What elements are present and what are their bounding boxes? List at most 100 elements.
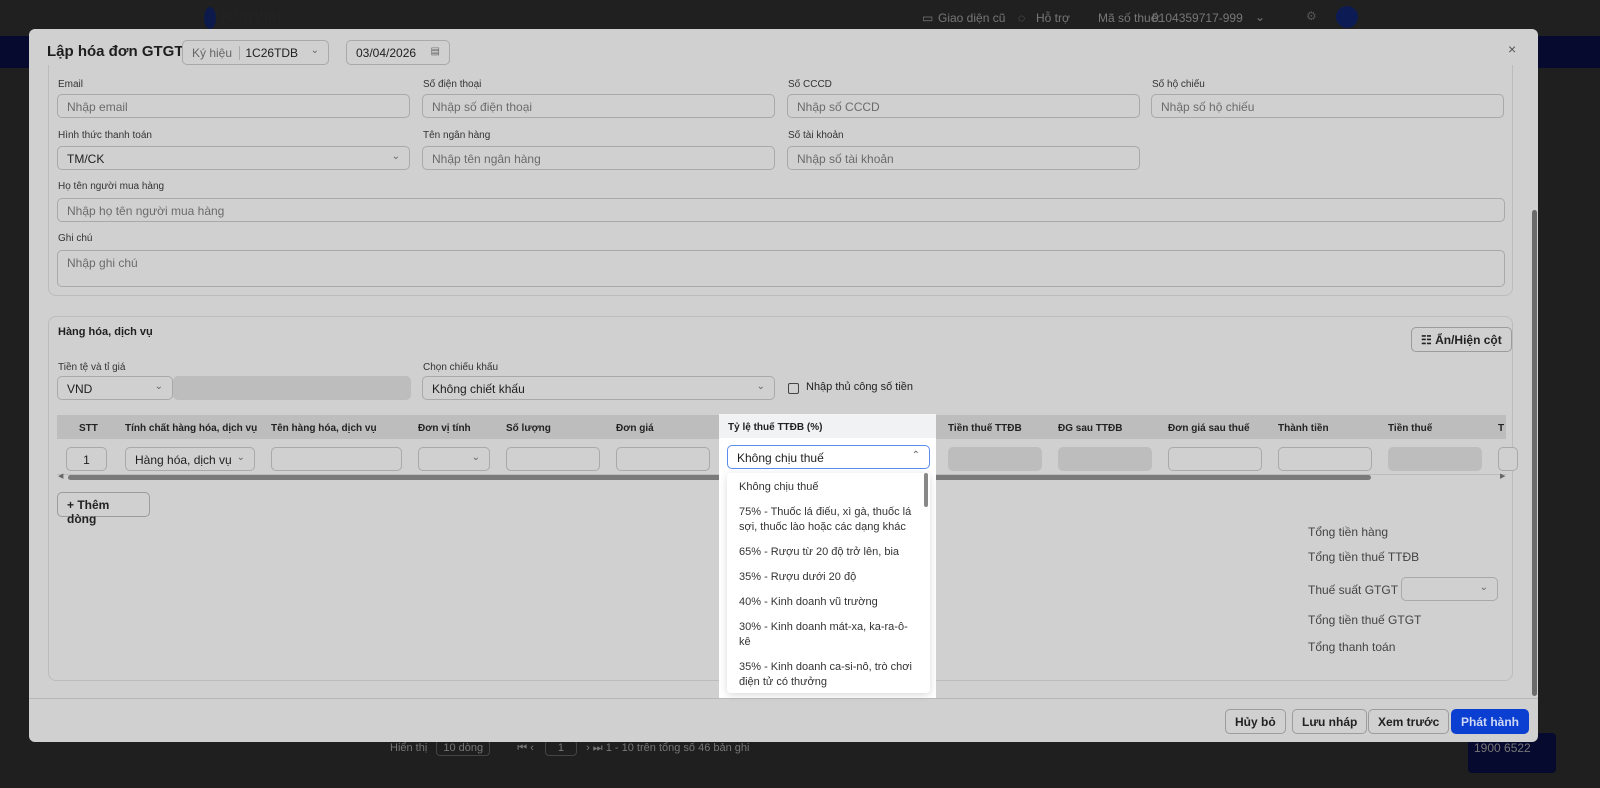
dropdown-scrollbar[interactable] xyxy=(924,473,928,507)
ttdb-rate-select[interactable]: Không chịu thuế ⌃ xyxy=(727,445,930,469)
page-input[interactable]: 1 xyxy=(544,740,577,756)
symbol-select[interactable]: Ký hiệu 1C26TDB ⌄ xyxy=(182,40,329,65)
currency-select[interactable]: VND ⌄ xyxy=(57,376,173,400)
dropdown-option[interactable]: 40% - Kinh doanh vũ trường xyxy=(727,590,930,615)
avatar[interactable] xyxy=(1336,6,1358,28)
phone-input[interactable]: Nhập số điện thoại xyxy=(422,94,775,118)
chevron-down-icon: ⌄ xyxy=(391,151,400,162)
currency-label: Tiền tệ và tỉ giá xyxy=(58,362,126,373)
tax-code-selector[interactable]: 0104359717-999 xyxy=(1152,11,1243,25)
row-unit-select[interactable]: ⌄ xyxy=(418,447,490,471)
issue-button[interactable]: Phát hành xyxy=(1451,709,1530,734)
plus-icon: + xyxy=(67,498,78,512)
toggle-columns-button[interactable]: ☷ Ẩn/Hiện cột xyxy=(1411,327,1512,352)
goods-title: Hàng hóa, dịch vụ xyxy=(58,326,153,338)
chevron-down-icon: ⌄ xyxy=(756,381,765,392)
row-price-after-ttdb xyxy=(1058,447,1152,471)
header-ttdb-amount: Tiền thuế TTĐB xyxy=(948,423,1022,434)
note-textarea[interactable]: Nhập ghi chú xyxy=(57,250,1505,287)
total-payment-label: Tổng thanh toán xyxy=(1308,640,1396,654)
header-amount: Thành tiền xyxy=(1278,423,1329,434)
kiotviet-logo-icon xyxy=(204,7,216,29)
cccd-label: Số CCCD xyxy=(788,79,832,90)
dropdown-option[interactable]: Không chịu thuế xyxy=(727,475,930,500)
manual-amount-checkbox[interactable] xyxy=(788,383,799,394)
header-price: Đơn giá xyxy=(616,423,654,434)
chevron-down-icon: ⌄ xyxy=(236,452,245,463)
chat-icon: ◌ xyxy=(1018,11,1026,25)
header-name: Tên hàng hóa, dịch vụ xyxy=(271,423,377,434)
chevron-down-icon: ⌄ xyxy=(310,45,319,56)
discount-select[interactable]: Không chiết khấu ⌄ xyxy=(422,376,775,400)
row-price-input[interactable] xyxy=(616,447,710,471)
scroll-right-icon[interactable]: ▶ xyxy=(1500,472,1505,480)
modal-title: Lập hóa đơn GTGT xyxy=(47,43,184,60)
chevron-up-icon: ⌃ xyxy=(911,450,920,461)
note-label: Ghi chú xyxy=(58,233,93,244)
total-vat-label: Tổng tiền thuế GTGT xyxy=(1308,613,1422,627)
header-type: Tính chất hàng hóa, dịch vụ xyxy=(125,423,258,434)
discount-label: Chọn chiếu khấu xyxy=(423,362,499,373)
header-qty: Số lượng xyxy=(506,423,551,434)
cancel-button[interactable]: Hủy bỏ xyxy=(1225,709,1286,734)
chevron-down-icon: ⌄ xyxy=(154,381,163,392)
dropdown-option[interactable]: 35% - Kinh doanh ca-si-nô, trò chơi điện… xyxy=(727,655,930,693)
first-page-icon[interactable]: ⏮ ‹ xyxy=(517,742,534,754)
modal-scrollbar[interactable] xyxy=(1532,210,1537,696)
exchange-rate-input[interactable] xyxy=(173,376,411,400)
vat-rate-label: Thuế suất GTGT xyxy=(1308,583,1399,597)
symbol-label: Ký hiệu xyxy=(192,46,233,60)
ttdb-rate-value: Không chịu thuế xyxy=(737,451,824,465)
vat-rate-select[interactable]: ⌄ xyxy=(1401,577,1498,601)
hotline-number: 1900 6522 xyxy=(1474,741,1531,755)
discount-value: Không chiết khấu xyxy=(432,382,525,396)
brand-name: KiotViet xyxy=(222,9,283,26)
support-link[interactable]: Hỗ trợ xyxy=(1036,11,1070,25)
bank-input[interactable]: Nhập tên ngân hàng xyxy=(422,146,775,170)
footer-divider xyxy=(29,698,1538,699)
dropdown-option[interactable]: 35% - Rượu dưới 20 độ xyxy=(727,565,930,590)
row-more-input[interactable] xyxy=(1498,447,1518,471)
dropdown-option[interactable]: 65% - Rượu từ 20 độ trở lên, bia xyxy=(727,540,930,565)
chevron-down-icon: ⌄ xyxy=(1479,582,1488,593)
preview-button[interactable]: Xem trước xyxy=(1368,709,1450,734)
total-ttdb-label: Tổng tiền thuế TTĐB xyxy=(1308,550,1420,564)
payment-value: TM/CK xyxy=(67,152,105,166)
header-more: T xyxy=(1498,423,1505,434)
header-unit: Đơn vị tính xyxy=(418,423,471,434)
save-draft-button[interactable]: Lưu nháp xyxy=(1292,709,1368,734)
symbol-value: 1C26TDB xyxy=(239,46,299,60)
row-name-input[interactable] xyxy=(271,447,402,471)
buyer-name-input[interactable]: Nhập họ tên người mua hàng xyxy=(57,198,1505,222)
total-goods-label: Tổng tiền hàng xyxy=(1308,525,1389,539)
row-amount-input[interactable] xyxy=(1278,447,1372,471)
account-input[interactable]: Nhập số tài khoản xyxy=(787,146,1140,170)
next-page-icon[interactable]: › ⏭ xyxy=(586,742,603,754)
dropdown-option[interactable]: 30% - Kinh doanh mát-xa, ka-ra-ô-kê xyxy=(727,615,930,655)
scroll-left-icon[interactable]: ◀ xyxy=(58,472,63,480)
row-type-value: Hàng hóa, dịch vụ xyxy=(135,453,232,467)
row-tax-amount xyxy=(1388,447,1482,471)
row-price-after-tax-input[interactable] xyxy=(1168,447,1262,471)
passport-input[interactable]: Nhập số hộ chiếu xyxy=(1151,94,1504,118)
gear-icon[interactable]: ⚙ xyxy=(1306,9,1317,23)
cccd-input[interactable]: Nhập số CCCD xyxy=(787,94,1140,118)
chevron-down-icon: ⌄ xyxy=(1255,10,1266,24)
page-size-select[interactable]: 10 dòng xyxy=(436,740,491,756)
calendar-icon[interactable]: ▤ xyxy=(431,46,440,57)
dropdown-option[interactable]: 75% - Thuốc lá điếu, xì gà, thuốc lá sợi… xyxy=(727,500,930,540)
close-icon[interactable]: × xyxy=(1508,41,1516,57)
page-size-label: Hiển thị xyxy=(390,742,428,754)
add-row-button[interactable]: + Thêm dòng xyxy=(57,492,150,526)
date-input[interactable]: 03/04/2026 ▤ xyxy=(346,40,450,65)
ttdb-rate-dropdown: Không chịu thuế 75% - Thuốc lá điếu, xì … xyxy=(727,473,930,693)
row-type-select[interactable]: Hàng hóa, dịch vụ ⌄ xyxy=(125,447,255,471)
header-stt: STT xyxy=(79,423,98,434)
row-qty-input[interactable] xyxy=(506,447,600,471)
row-stt[interactable]: 1 xyxy=(66,447,107,471)
email-input[interactable]: Nhập email xyxy=(57,94,410,118)
old-ui-link[interactable]: Giao diện cũ xyxy=(938,11,1005,25)
passport-label: Số hộ chiếu xyxy=(1152,79,1205,90)
payment-select[interactable]: TM/CK ⌄ xyxy=(57,146,410,170)
manual-amount-label: Nhập thủ công số tiền xyxy=(806,381,914,393)
